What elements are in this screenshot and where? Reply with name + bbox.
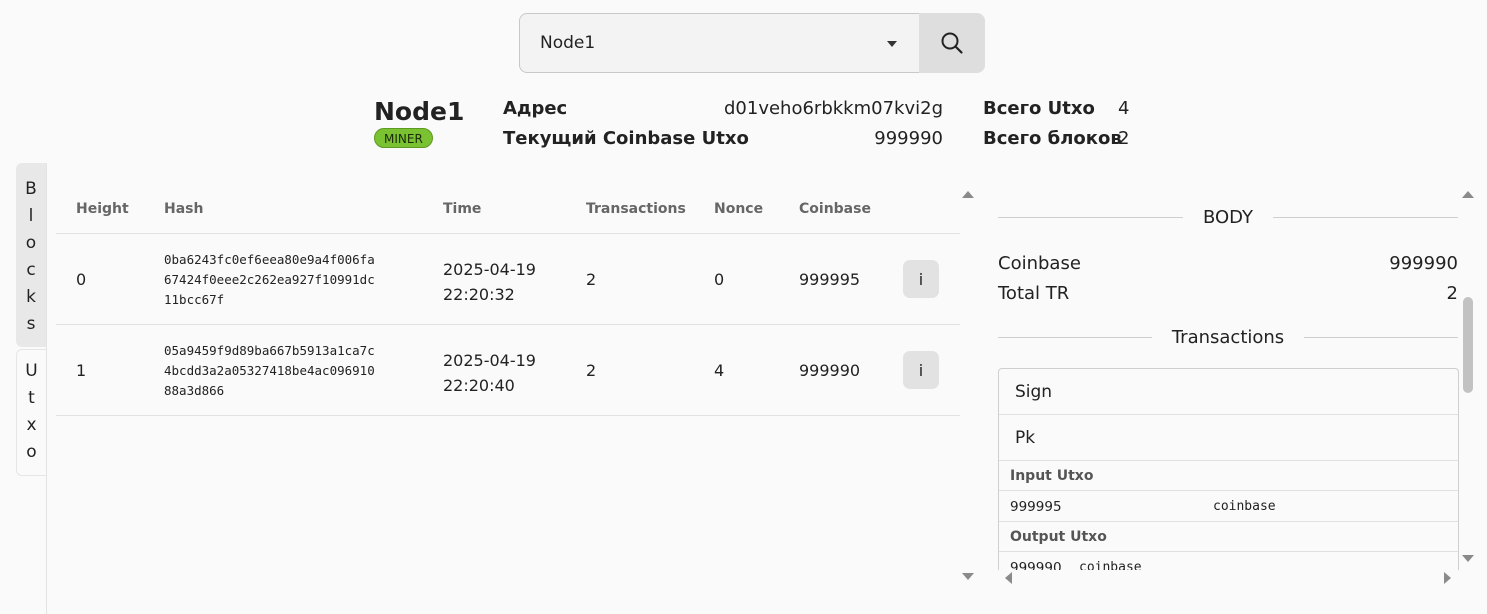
coinbase-utxo-label: Текущий Coinbase Utxo — [503, 128, 749, 149]
sign-label: Sign — [1015, 381, 1053, 402]
scroll-left-icon[interactable] — [1005, 572, 1012, 584]
node-select-value: Node1 — [540, 33, 596, 53]
tab-letter: s — [26, 314, 36, 334]
input-utxo-header: Input Utxo — [999, 461, 1458, 491]
address-label: Адрес — [503, 98, 568, 119]
node-search-bar: Node1 — [519, 13, 985, 73]
tab-blocks[interactable]: Blocks — [16, 163, 46, 347]
node-title: Node1 — [374, 97, 465, 126]
column-header-transactions: Transactions — [586, 201, 686, 217]
cell-transactions: 2 — [586, 270, 597, 289]
utxo-address: coinbase — [1213, 499, 1276, 514]
cell-transactions: 2 — [586, 361, 597, 380]
info-button[interactable]: i — [903, 351, 939, 389]
body-title: BODY — [1202, 207, 1254, 228]
utxo-amount: 999995 — [1010, 499, 1062, 515]
column-header-time: Time — [443, 201, 482, 217]
role-badge: MINER — [374, 128, 433, 148]
transactions-title: Transactions — [1171, 327, 1285, 348]
scroll-right-icon[interactable] — [1444, 572, 1451, 584]
hash-line: 4bcdd3a2a05327418be4ac096910 — [164, 363, 375, 378]
pk-row[interactable]: Pk — [999, 415, 1458, 461]
scroll-up-icon[interactable] — [1462, 191, 1474, 198]
coinbase-utxo-value: 999990 — [874, 128, 943, 149]
scroll-down-icon[interactable] — [1462, 555, 1474, 562]
cell-hash: 0ba6243fc0ef6eea80e9a4f006fa 67424f0eee2… — [164, 250, 404, 310]
table-header: Height Hash Time Transactions Nonce Coin… — [56, 188, 960, 234]
time-clock: 22:20:40 — [443, 376, 515, 395]
total-blocks-label: Всего блоков — [983, 128, 1122, 149]
table-row[interactable]: 1 05a9459f9d89ba667b5913a1ca7c 4bcdd3a2a… — [56, 325, 960, 416]
pk-label: Pk — [1015, 427, 1036, 448]
address-value: d01veho6rbkkm07kvi2g — [724, 98, 943, 119]
transactions-section-title: Transactions — [998, 327, 1459, 348]
total-utxo-value: 4 — [1118, 98, 1130, 119]
info-button[interactable]: i — [903, 260, 939, 298]
input-utxo-row: 999995 coinbase — [999, 491, 1458, 522]
cell-nonce: 0 — [714, 270, 725, 289]
detail-coinbase-value: 999990 — [1389, 253, 1458, 274]
search-button[interactable] — [919, 13, 985, 73]
chevron-down-icon — [887, 41, 897, 47]
tab-letter: o — [25, 233, 37, 253]
tab-letter: c — [26, 260, 36, 280]
tab-letter: l — [28, 206, 34, 226]
detail-coinbase-label: Coinbase — [998, 253, 1081, 274]
hash-line: 67424f0eee2c262ea927f10991dc — [164, 272, 375, 287]
cell-coinbase: 999995 — [799, 270, 861, 289]
divider — [1273, 217, 1459, 218]
cell-hash: 05a9459f9d89ba667b5913a1ca7c 4bcdd3a2a05… — [164, 341, 404, 401]
tab-letter: x — [26, 415, 37, 435]
cell-nonce: 4 — [714, 361, 725, 380]
scroll-down-icon[interactable] — [962, 573, 974, 580]
column-header-nonce: Nonce — [714, 201, 764, 217]
divider — [998, 217, 1183, 218]
tab-letter: o — [26, 442, 37, 462]
vertical-tabs: Blocks Utxo — [16, 163, 46, 476]
total-utxo-label: Всего Utxo — [983, 98, 1095, 119]
cell-time: 2025-04-19 22:20:32 — [443, 257, 536, 307]
detail-total-tr-value: 2 — [1446, 283, 1458, 304]
utxo-address: coinbase — [1079, 560, 1142, 570]
cell-height: 1 — [76, 361, 87, 380]
scroll-up-icon[interactable] — [962, 191, 974, 198]
column-header-hash: Hash — [164, 201, 204, 217]
tab-letter: t — [28, 388, 35, 408]
hash-line: 11bcc67f — [164, 292, 225, 307]
node-select[interactable]: Node1 — [519, 13, 919, 73]
detail-total-tr-label: Total TR — [998, 283, 1070, 304]
tab-letter: U — [25, 361, 38, 381]
utxo-amount: 999990 — [1010, 560, 1062, 570]
sign-row[interactable]: Sign — [999, 369, 1458, 415]
output-utxo-header: Output Utxo — [999, 522, 1458, 552]
divider — [1304, 337, 1459, 338]
search-icon — [941, 32, 963, 54]
total-blocks-value: 2 — [1118, 128, 1130, 149]
hash-line: 0ba6243fc0ef6eea80e9a4f006fa — [164, 252, 375, 267]
cell-coinbase: 999990 — [799, 361, 861, 380]
tab-letter: B — [25, 179, 37, 199]
body-section-title: BODY — [998, 207, 1459, 228]
column-header-coinbase: Coinbase — [799, 201, 871, 217]
time-clock: 22:20:32 — [443, 285, 515, 304]
vertical-scrollbar-thumb[interactable] — [1463, 297, 1473, 393]
tab-divider — [46, 163, 47, 614]
cell-height: 0 — [76, 270, 87, 289]
table-row[interactable]: 0 0ba6243fc0ef6eea80e9a4f006fa 67424f0ee… — [56, 234, 960, 325]
hash-line: 88a3d866 — [164, 383, 225, 398]
time-date: 2025-04-19 — [443, 351, 536, 370]
tab-letter: k — [26, 287, 36, 307]
tab-utxo[interactable]: Utxo — [16, 349, 46, 476]
hash-line: 05a9459f9d89ba667b5913a1ca7c — [164, 343, 375, 358]
output-utxo-row: 999990 coinbase — [999, 552, 1458, 570]
time-date: 2025-04-19 — [443, 260, 536, 279]
column-header-height: Height — [76, 201, 129, 217]
transaction-card: Sign Pk Input Utxo 999995 coinbase Outpu… — [998, 368, 1459, 570]
divider — [998, 337, 1152, 338]
cell-time: 2025-04-19 22:20:40 — [443, 348, 536, 398]
blocks-table: Height Hash Time Transactions Nonce Coin… — [56, 188, 960, 416]
